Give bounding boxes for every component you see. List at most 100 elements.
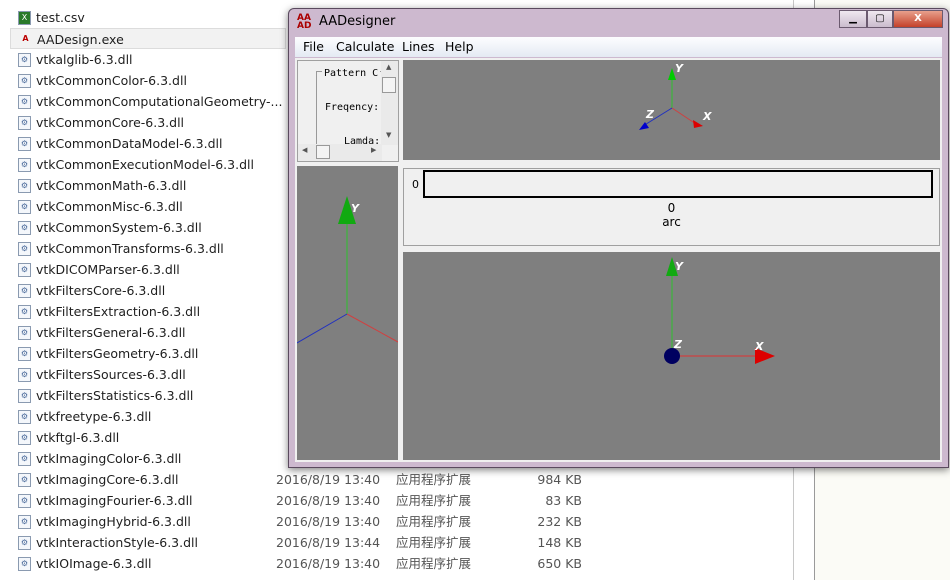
- file-row[interactable]: ⚙ vtkImagingFourier-6.3.dll 2016/8/19 13:4…: [10, 490, 790, 511]
- menu-file[interactable]: File: [303, 39, 324, 54]
- horizontal-scroll-thumb[interactable]: [316, 145, 330, 159]
- axes-widget-top: Y X Z: [639, 62, 712, 130]
- file-name: vtkCommonMath-6.3.dll: [36, 178, 187, 193]
- dll-file-icon: ⚙: [18, 74, 31, 88]
- axes-widget-side: Y: [297, 196, 398, 344]
- file-name: vtkCommonExecutionModel-6.3.dll: [36, 157, 254, 172]
- lambda-label: Lamda:: [344, 136, 381, 144]
- dll-file-icon: ⚙: [18, 557, 31, 571]
- file-name: vtkCommonColor-6.3.dll: [36, 73, 187, 88]
- file-name: vtkCommonCore-6.3.dll: [36, 115, 185, 130]
- arc-slider-track[interactable]: [423, 170, 933, 198]
- file-name: AADesign.exe: [37, 32, 124, 47]
- dll-file-icon: ⚙: [18, 200, 31, 214]
- file-name: vtkFiltersCore-6.3.dll: [36, 283, 166, 298]
- menu-help[interactable]: Help: [445, 39, 474, 54]
- file-size: 148 KB: [537, 535, 582, 550]
- frequency-label: Freqency:: [325, 102, 380, 113]
- dll-file-icon: ⚙: [18, 326, 31, 340]
- file-date: 2016/8/19 13:40: [276, 472, 381, 487]
- client-area: Pattern C Freqency: Lamda: ▲ ▼ ◀ ▶ Y X Z…: [295, 58, 942, 462]
- scroll-right-arrow-icon[interactable]: ▶: [371, 146, 376, 154]
- dll-file-icon: ⚙: [18, 263, 31, 277]
- pattern-label: Pattern C: [322, 68, 381, 79]
- dll-file-icon: ⚙: [18, 410, 31, 424]
- close-button[interactable]: X: [893, 10, 943, 28]
- file-size: 83 KB: [545, 493, 582, 508]
- file-date: 2016/8/19 13:40: [276, 514, 381, 529]
- file-name: vtkFiltersSources-6.3.dll: [36, 367, 186, 382]
- x-axis-label: X: [754, 340, 764, 353]
- scroll-down-arrow-icon[interactable]: ▼: [386, 131, 391, 139]
- file-date: 2016/8/19 13:40: [276, 493, 381, 508]
- file-name: vtkFiltersGeneral-6.3.dll: [36, 325, 186, 340]
- file-date: 2016/8/19 13:40: [276, 556, 381, 571]
- file-name: vtkfreetype-6.3.dll: [36, 409, 152, 424]
- file-type: 应用程序扩展: [396, 535, 472, 550]
- horizontal-scrollbar[interactable]: ◀ ▶: [298, 144, 382, 161]
- x-axis-label: X: [702, 110, 712, 123]
- file-name: vtkFiltersGeometry-6.3.dll: [36, 346, 199, 361]
- file-name: vtkImagingHybrid-6.3.dll: [36, 514, 191, 529]
- file-name: vtkImagingFourier-6.3.dll: [36, 493, 193, 508]
- slider-value: 0: [667, 201, 676, 215]
- window-title: AADesigner: [319, 14, 396, 29]
- dll-file-icon: ⚙: [18, 347, 31, 361]
- slider-min-label: 0: [412, 178, 419, 191]
- file-name: vtkInteractionStyle-6.3.dll: [36, 535, 198, 550]
- file-row[interactable]: ⚙ vtkImagingHybrid-6.3.dll 2016/8/19 13:40…: [10, 511, 790, 532]
- file-name: vtkImagingCore-6.3.dll: [36, 472, 179, 487]
- file-size: 984 KB: [537, 472, 582, 487]
- aadesigner-window: AA AD AADesigner ▁ ▢ X File Calculate Lin…: [288, 8, 949, 468]
- file-name: vtkDICOMParser-6.3.dll: [36, 262, 180, 277]
- vertical-scroll-thumb[interactable]: [382, 77, 396, 93]
- file-name: vtkFiltersStatistics-6.3.dll: [36, 388, 194, 403]
- y-axis-label: Y: [351, 202, 360, 215]
- dll-file-icon: ⚙: [18, 305, 31, 319]
- file-type: 应用程序扩展: [396, 493, 472, 508]
- dll-file-icon: ⚙: [18, 116, 31, 130]
- menu-bar: File Calculate Lines Help: [295, 37, 942, 57]
- scroll-up-arrow-icon[interactable]: ▲: [386, 63, 391, 71]
- file-row[interactable]: A AADesign.exe: [10, 28, 286, 49]
- file-type: 应用程序扩展: [396, 472, 472, 487]
- axes-widget-front: Y X Z: [664, 257, 775, 364]
- menu-lines[interactable]: Lines: [402, 39, 435, 54]
- file-row[interactable]: ⚙ vtkInteractionStyle-6.3.dll 2016/8/19 13…: [10, 532, 790, 553]
- dll-file-icon: ⚙: [18, 242, 31, 256]
- front-3d-view[interactable]: Y X Z: [403, 252, 940, 460]
- file-row[interactable]: ⚙ vtkIOImage-6.3.dll 2016/8/19 13:40 应用程序扩展…: [10, 553, 790, 574]
- dll-file-icon: ⚙: [18, 95, 31, 109]
- dll-file-icon: ⚙: [18, 368, 31, 382]
- title-bar[interactable]: AA AD AADesigner ▁ ▢ X: [289, 9, 948, 37]
- vertical-scrollbar[interactable]: ▲ ▼: [381, 61, 398, 145]
- file-name: vtkCommonDataModel-6.3.dll: [36, 136, 223, 151]
- minimize-button[interactable]: ▁: [839, 10, 867, 28]
- file-row[interactable]: ⚙ vtkImagingCore-6.3.dll 2016/8/19 13:40 应用…: [10, 469, 790, 490]
- file-name: vtkalglib-6.3.dll: [36, 52, 133, 67]
- menu-calculate[interactable]: Calculate: [336, 39, 394, 54]
- dll-file-icon: ⚙: [18, 473, 31, 487]
- dll-file-icon: ⚙: [18, 53, 31, 67]
- file-name: test.csv: [36, 10, 85, 25]
- dll-file-icon: ⚙: [18, 452, 31, 466]
- file-name: vtkCommonMisc-6.3.dll: [36, 199, 183, 214]
- file-name: vtkftgl-6.3.dll: [36, 430, 120, 445]
- arc-slider-panel: 0 0 arc: [403, 168, 940, 246]
- slider-unit: arc: [662, 215, 681, 229]
- file-name: vtkCommonComputationalGeometry-...: [36, 94, 283, 109]
- top-3d-view[interactable]: Y X Z: [403, 60, 940, 160]
- file-name: vtkImagingColor-6.3.dll: [36, 451, 182, 466]
- dll-file-icon: ⚙: [18, 158, 31, 172]
- scroll-left-arrow-icon[interactable]: ◀: [302, 146, 307, 154]
- file-size: 650 KB: [537, 556, 582, 571]
- z-axis-label: Z: [645, 108, 655, 121]
- file-type: 应用程序扩展: [396, 556, 472, 571]
- maximize-button[interactable]: ▢: [867, 10, 893, 28]
- dll-file-icon: ⚙: [18, 284, 31, 298]
- file-date: 2016/8/19 13:44: [276, 535, 381, 550]
- file-name: vtkFiltersExtraction-6.3.dll: [36, 304, 201, 319]
- file-type: 应用程序扩展: [396, 514, 472, 529]
- dll-file-icon: ⚙: [18, 389, 31, 403]
- side-3d-view[interactable]: Y: [297, 166, 398, 460]
